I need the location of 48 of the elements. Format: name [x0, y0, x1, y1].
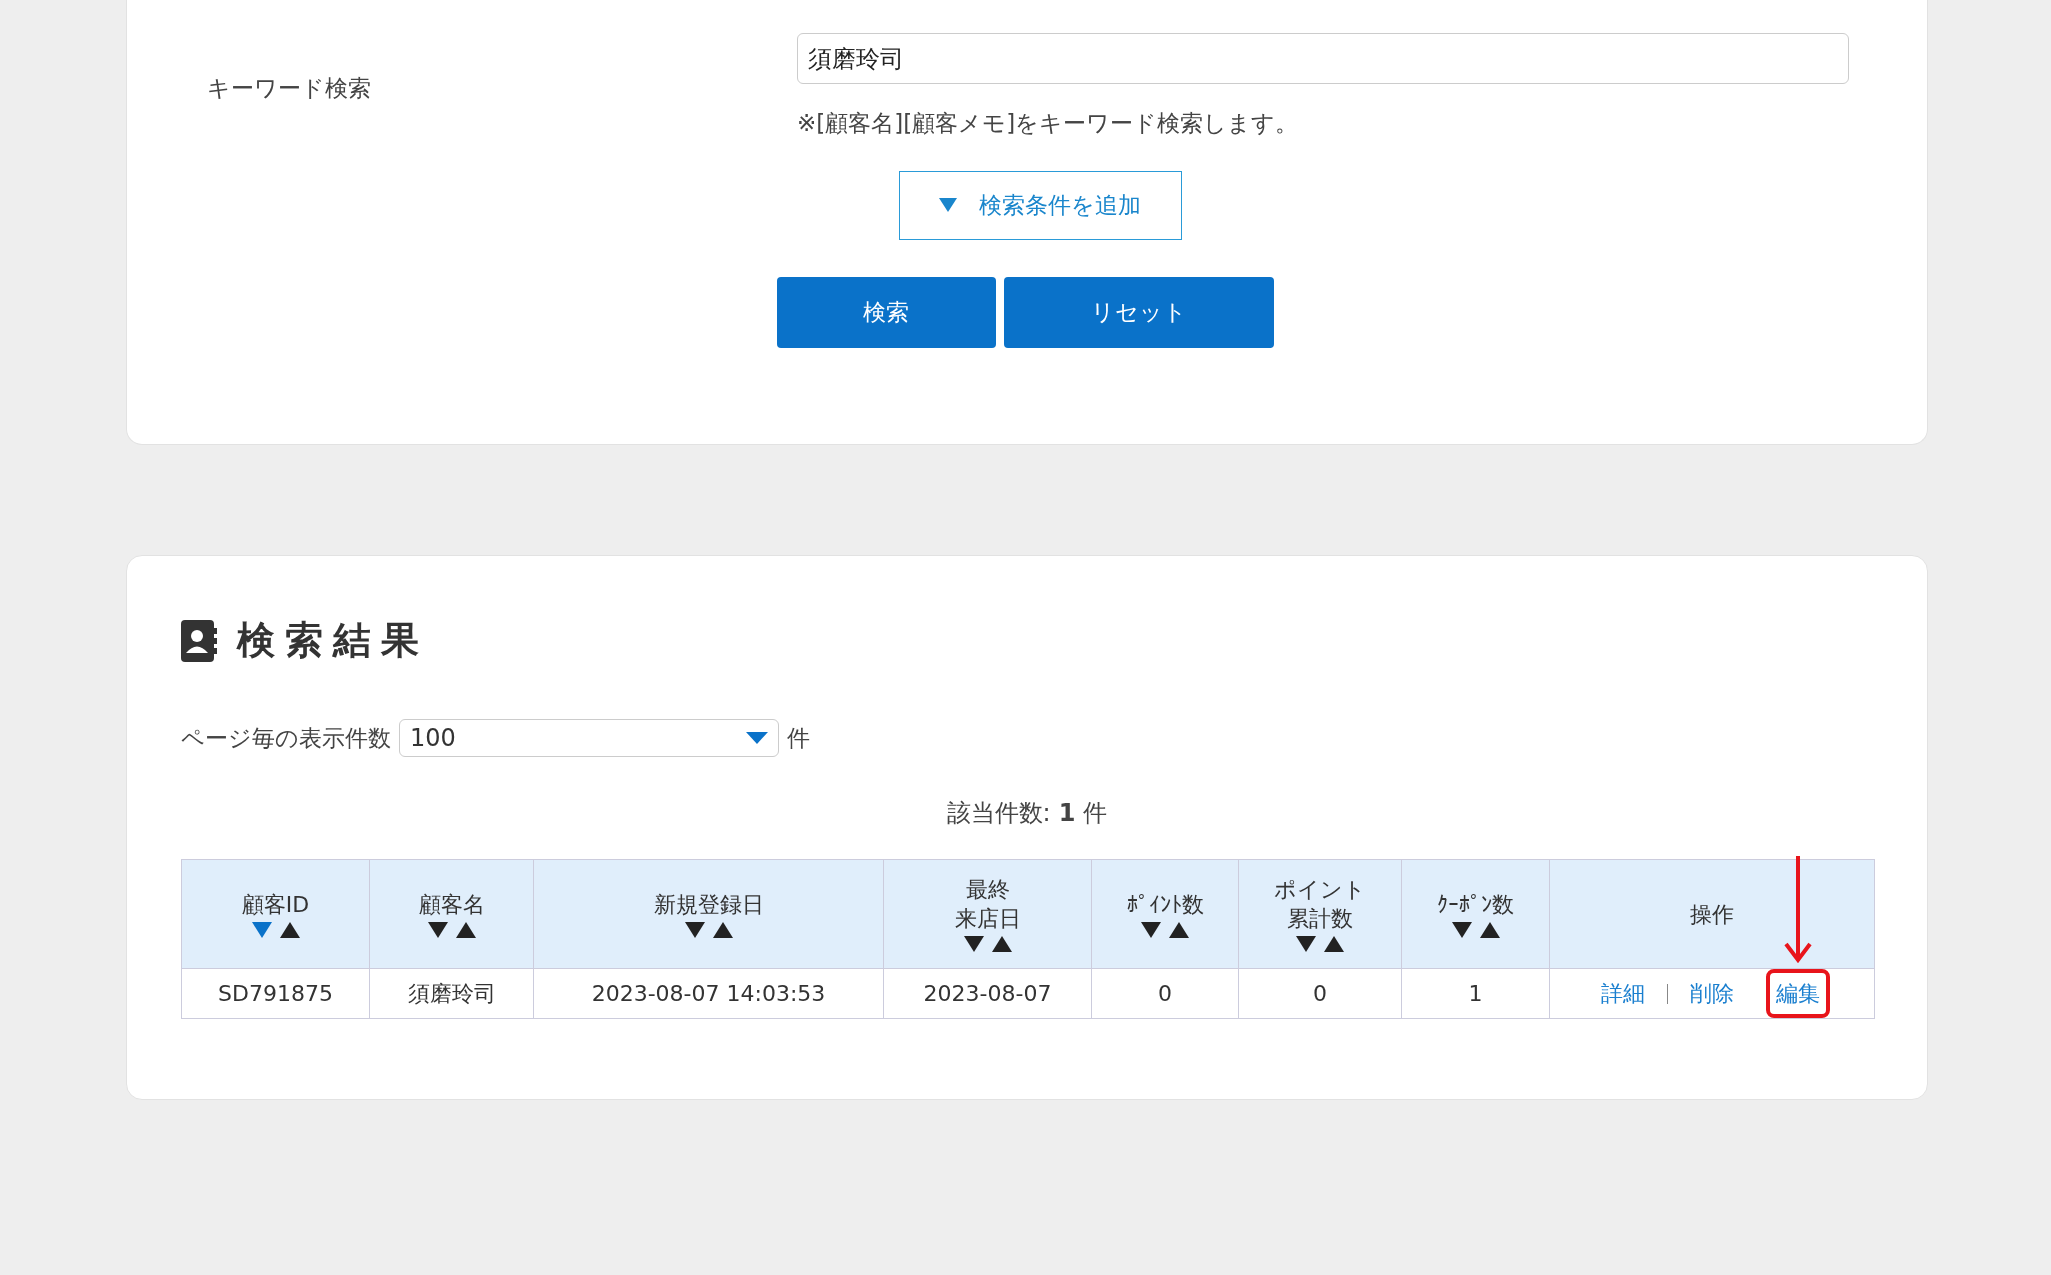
sort-ascending-icon[interactable]: [454, 920, 477, 939]
column-label: 累計数: [1287, 905, 1353, 933]
column-label: 操作: [1690, 900, 1734, 929]
delete-link[interactable]: 削除: [1680, 969, 1744, 1018]
sort-ascending-icon[interactable]: [711, 920, 734, 939]
result-count: 1: [1058, 798, 1076, 829]
sort-descending-icon[interactable]: [962, 935, 985, 953]
contact-book-icon: [181, 619, 217, 662]
sort-descending-icon[interactable]: [1450, 920, 1473, 939]
sort-descending-icon[interactable]: [1295, 935, 1317, 953]
sort-descending-icon[interactable]: [1140, 920, 1162, 939]
page-size-unit: 件: [787, 723, 810, 753]
sort-descending-icon[interactable]: [426, 920, 449, 939]
table-cell: 2023-08-07: [883, 968, 1092, 1019]
page-size-select[interactable]: 100: [399, 719, 779, 757]
search-note: ※[顧客名][顧客メモ]をキーワード検索します。: [797, 109, 1300, 138]
column-label: ポイント: [1274, 876, 1366, 904]
sort-descending-icon[interactable]: [683, 920, 706, 939]
page-size-label: ページ毎の表示件数: [181, 723, 391, 753]
detail-link[interactable]: 詳細: [1591, 969, 1655, 1018]
add-condition-button[interactable]: 検索条件を追加: [898, 170, 1182, 240]
column-label: ﾎﾟｲﾝﾄ数: [1126, 890, 1204, 919]
sort-ascending-icon[interactable]: [278, 920, 301, 939]
result-count-label: 該当件数:: [946, 798, 1051, 829]
keyword-input[interactable]: 須磨玲司: [797, 33, 1849, 84]
column-label: ｸｰﾎﾟﾝ数: [1437, 890, 1514, 919]
table-cell: 0: [1238, 968, 1402, 1019]
reset-button[interactable]: リセット: [1003, 276, 1274, 348]
table-cell: 2023-08-07 14:03:53: [533, 968, 884, 1019]
sort-ascending-icon[interactable]: [990, 935, 1013, 953]
column-label: 来店日: [954, 905, 1021, 933]
table-cell: 1: [1401, 968, 1550, 1019]
column-label: 顧客名: [418, 890, 485, 919]
column-label: 最終: [965, 876, 1010, 904]
column-label: 顧客ID: [241, 890, 310, 919]
table-cell: 須磨玲司: [369, 968, 534, 1019]
table-cell: 0: [1091, 968, 1239, 1019]
sort-ascending-icon[interactable]: [1323, 935, 1345, 953]
sort-ascending-icon[interactable]: [1478, 920, 1501, 939]
keyword-label: キーワード検索: [207, 75, 371, 101]
table-cell: SD791875: [181, 968, 370, 1019]
result-count-unit: 件: [1083, 798, 1108, 829]
caret-down-icon: [939, 198, 957, 212]
column-label: 新規登録日: [653, 890, 764, 919]
sort-ascending-icon[interactable]: [1168, 920, 1190, 939]
section-title: 検索結果: [237, 617, 429, 664]
search-button[interactable]: 検索: [776, 276, 996, 348]
caret-down-icon: [746, 732, 768, 744]
